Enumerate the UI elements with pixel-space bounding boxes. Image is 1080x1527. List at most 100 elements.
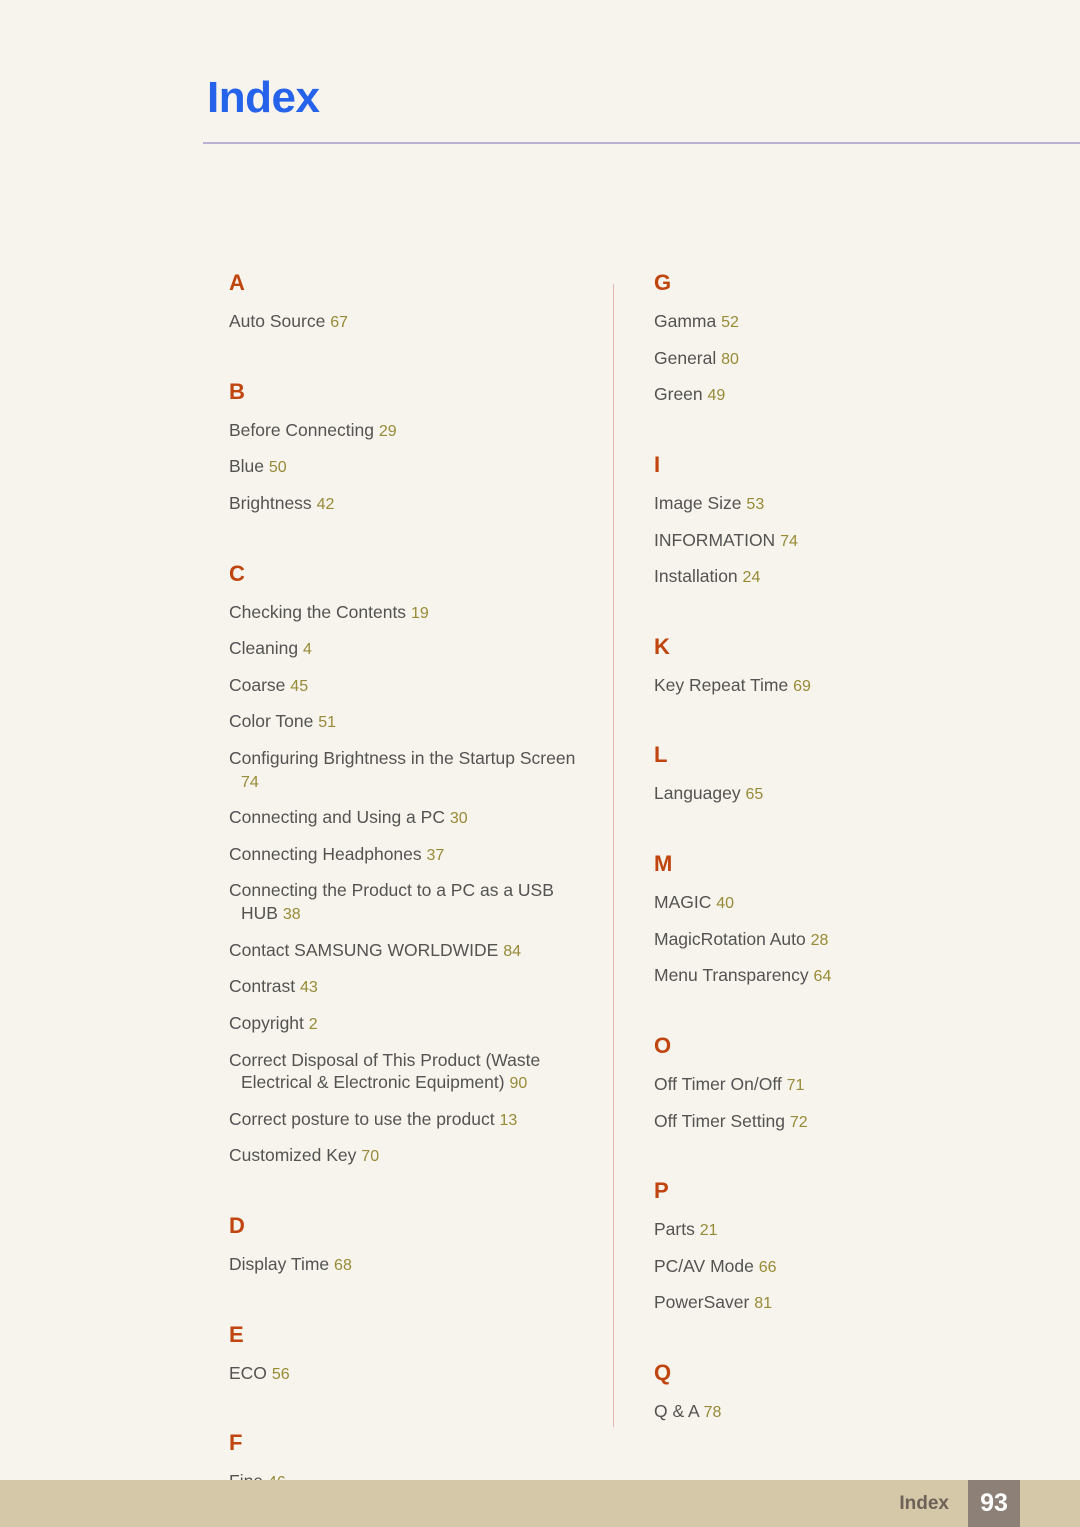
index-entry-page-number: 90 [509, 1075, 528, 1093]
index-entry-label: Checking the Contents [229, 601, 407, 622]
index-entry-page-number: 4 [302, 641, 312, 659]
index-entry[interactable]: Customized Key 70 [229, 1144, 589, 1168]
entry-list: Languagey 65 [654, 782, 1034, 806]
index-entry[interactable]: MAGIC 40 [654, 891, 1034, 915]
page-title: Index [207, 73, 320, 122]
index-entry-page-number: 71 [786, 1076, 805, 1094]
index-page: Index A Auto Source 67 B Before Connecting … [0, 0, 1080, 1527]
index-entry-page-number: 81 [754, 1295, 772, 1313]
index-entry-page-number: 2 [308, 1015, 318, 1033]
index-entry[interactable]: Correct Disposal of This Product (Waste … [229, 1049, 589, 1095]
index-entry[interactable]: Contrast 43 [229, 975, 589, 999]
entry-list: Before Connecting 29 Blue 50 Brightness 42 [229, 419, 589, 516]
index-entry-page-number: 37 [426, 846, 445, 864]
entry-list: Gamma 52 General 80 Green 49 [654, 310, 1034, 407]
index-entry[interactable]: ECO 56 [229, 1362, 589, 1386]
index-entry-label: Blue [229, 456, 265, 477]
letter-heading: Q [654, 1360, 672, 1385]
page-footer: Index 93 [0, 1480, 1080, 1527]
index-entry[interactable]: Configuring Brightness in the Startup Sc… [229, 747, 589, 793]
index-entry[interactable]: MagicRotation Auto 28 [654, 928, 1034, 952]
letter-heading: I [654, 451, 661, 477]
index-entry-page-number: 52 [721, 314, 739, 331]
footer-tail [1020, 1480, 1080, 1527]
entry-list: ECO 56 [229, 1362, 589, 1386]
index-entry-label: Off Timer On/Off [654, 1073, 782, 1094]
index-entry-label: Configuring Brightness in the Startup Sc… [229, 748, 576, 768]
index-entry[interactable]: Before Connecting 29 [229, 419, 589, 443]
index-entry-label: Connecting Headphones [229, 843, 422, 864]
index-entry-page-number: 13 [499, 1111, 518, 1129]
entry-list: Image Size 53 INFORMATION 74 Installation … [654, 492, 1034, 589]
letter-heading: O [654, 1032, 672, 1058]
index-entry[interactable]: Off Timer On/Off 71 [654, 1073, 1034, 1097]
index-entry[interactable]: Connecting the Product to a PC as a USB … [229, 879, 589, 925]
index-entry-page-number: 21 [699, 1222, 718, 1240]
index-entry[interactable]: General 80 [654, 347, 1034, 371]
index-entry-page-number: 40 [716, 895, 735, 912]
index-entry-page-number: 74 [780, 532, 798, 550]
index-entry[interactable]: Parts 21 [654, 1218, 1034, 1242]
index-entry[interactable]: Auto Source 67 [229, 310, 589, 334]
letter-group-i: I Image Size 53 INFORMATION 74 Installation… [654, 451, 1034, 589]
index-entry[interactable]: Blue 50 [229, 455, 589, 479]
index-entry-label: Customized Key [229, 1145, 357, 1166]
index-column-right: G Gamma 52 General 80 Green 49 I Image Size 5… [654, 272, 1034, 1424]
index-entry-label: MagicRotation Auto [654, 928, 806, 949]
index-entry[interactable]: Correct posture to use the product 13 [229, 1108, 589, 1132]
index-entry[interactable]: Key Repeat Time 69 [654, 674, 1034, 698]
index-entry[interactable]: Display Time 68 [229, 1253, 589, 1277]
index-entry-label: Contact SAMSUNG WORLDWIDE [229, 939, 499, 960]
letter-heading: C [229, 560, 245, 586]
index-entry-label: PowerSaver [654, 1292, 750, 1313]
index-entry[interactable]: Connecting and Using a PC 30 [229, 806, 589, 830]
index-entry-page-number: 43 [300, 979, 318, 997]
index-entry[interactable]: Checking the Contents 19 [229, 601, 589, 625]
index-entry[interactable]: Color Tone 51 [229, 710, 589, 734]
index-entry[interactable]: Menu Transparency 64 [654, 964, 1034, 988]
index-entry[interactable]: Off Timer Setting 72 [654, 1110, 1034, 1134]
index-entry[interactable]: Connecting Headphones 37 [229, 843, 589, 867]
index-entry-label: Languagey [654, 783, 741, 804]
index-entry-label: Display Time [229, 1253, 330, 1274]
index-entry[interactable]: PowerSaver 81 [654, 1291, 1034, 1315]
index-entry-page-number: 50 [268, 459, 287, 477]
index-entry-page-number: 49 [707, 387, 726, 405]
index-entry[interactable]: Gamma 52 [654, 310, 1034, 334]
index-entry-page-number: 56 [271, 1365, 290, 1383]
index-entry[interactable]: Installation 24 [654, 565, 1034, 589]
index-entry[interactable]: PC/AV Mode 66 [654, 1255, 1034, 1279]
index-entry-page-number: 84 [503, 942, 522, 960]
letter-group-b: B Before Connecting 29 Blue 50 Brightness 4… [229, 378, 589, 516]
entry-list: Display Time 68 [229, 1253, 589, 1277]
index-entry[interactable]: Copyright 2 [229, 1012, 589, 1036]
index-entry-page-number: 78 [703, 1404, 722, 1421]
letter-heading: P [654, 1178, 669, 1204]
index-entry-label: Image Size [654, 492, 742, 513]
index-entry[interactable]: Coarse 45 [229, 674, 589, 698]
index-entry[interactable]: Brightness 42 [229, 492, 589, 516]
index-entry-label: ECO [229, 1362, 267, 1383]
index-entry-label: Brightness [229, 492, 312, 513]
index-entry-page-number: 74 [241, 773, 259, 791]
index-entry-page-number: 80 [721, 350, 739, 368]
index-entry[interactable]: Languagey 65 [654, 782, 1034, 806]
letter-heading: F [229, 1430, 243, 1456]
index-entry-label: PC/AV Mode [654, 1255, 754, 1276]
index-entry[interactable]: Q & A 78 [654, 1400, 1034, 1424]
letter-heading: B [229, 378, 245, 404]
index-entry[interactable]: Green 49 [654, 383, 1034, 407]
index-entry[interactable]: Cleaning 4 [229, 637, 589, 661]
letter-group-m: M MAGIC 40 MagicRotation Auto 28 Menu Trans… [654, 853, 1034, 988]
index-entry-page-number: 65 [745, 786, 764, 804]
index-entry[interactable]: Image Size 53 [654, 492, 1034, 516]
letter-heading: L [654, 742, 668, 768]
index-entry[interactable]: INFORMATION 74 [654, 529, 1034, 553]
letter-heading: G [654, 270, 672, 295]
letter-group-o: O Off Timer On/Off 71 Off Timer Setting 72 [654, 1032, 1034, 1134]
index-entry-page-number: 42 [316, 495, 335, 513]
index-entry-label: Before Connecting [229, 419, 374, 440]
index-entry[interactable]: Contact SAMSUNG WORLDWIDE 84 [229, 939, 589, 963]
letter-heading: M [654, 851, 673, 876]
index-entry-page-number: 45 [290, 677, 309, 695]
